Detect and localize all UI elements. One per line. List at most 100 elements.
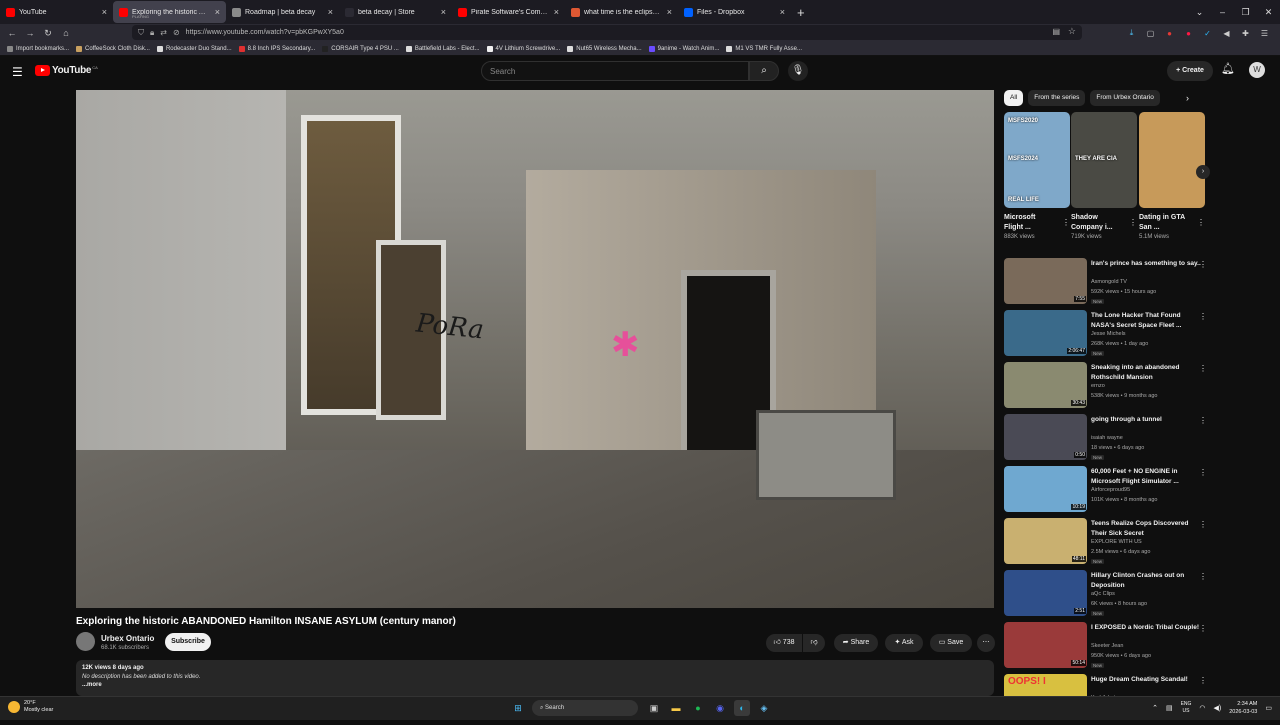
subscribe-button[interactable]: Subscribe bbox=[165, 633, 211, 651]
close-window-button[interactable]: ✕ bbox=[1257, 7, 1280, 18]
save-button[interactable]: ▭ Save bbox=[930, 634, 972, 652]
reader-icon[interactable]: ▤ bbox=[1052, 27, 1060, 36]
network-icon[interactable]: ▤ bbox=[1166, 704, 1173, 712]
tab-close-icon[interactable]: × bbox=[554, 7, 559, 17]
bookmark-item[interactable]: 8.8 Inch IPS Secondary... bbox=[238, 45, 315, 52]
bookmark-item[interactable]: 4V Lithium Screwdrive... bbox=[486, 45, 560, 52]
recommendation-item[interactable]: 0:50 going through a tunnel isaiah wayne 18… bbox=[1004, 413, 1212, 465]
more-options-icon[interactable]: ⋮ bbox=[1199, 364, 1207, 373]
video-thumbnail[interactable]: 0:50 bbox=[1004, 414, 1087, 460]
bookmark-item[interactable]: CORSAIR Type 4 PSU ... bbox=[322, 45, 399, 52]
browser-tab[interactable]: Roadmap | beta decay × bbox=[226, 1, 339, 23]
recommendation-item[interactable]: 30:43 Sneaking into an abandoned Rothschi… bbox=[1004, 361, 1212, 413]
avatar[interactable]: W bbox=[1249, 62, 1265, 78]
spotify-icon[interactable]: ● bbox=[690, 700, 706, 716]
extensions-puzzle-icon[interactable]: ✚ bbox=[1236, 29, 1255, 38]
recommendation-item[interactable]: 2:51 Hillary Clinton Crashes out on Depos… bbox=[1004, 569, 1212, 621]
shelf-thumbnail[interactable]: THEY ARE CIA bbox=[1071, 112, 1137, 208]
channel-name[interactable]: Airforceproud95 bbox=[1091, 487, 1130, 493]
browser-tab[interactable]: YouTube × bbox=[0, 1, 113, 23]
shelf-more-icon[interactable]: ⋮ bbox=[1129, 218, 1137, 227]
more-options-icon[interactable]: ⋮ bbox=[1199, 468, 1207, 477]
tab-close-icon[interactable]: × bbox=[215, 7, 220, 17]
bookmark-star-icon[interactable]: ☆ bbox=[1068, 26, 1076, 37]
video-thumbnail[interactable]: 7:55 bbox=[1004, 258, 1087, 304]
channel-name[interactable]: Urbex Ontario bbox=[101, 634, 154, 643]
channel-name[interactable]: Asmongold TV bbox=[1091, 279, 1127, 285]
browser-tab[interactable]: beta decay | Store × bbox=[339, 1, 452, 23]
shelf-item[interactable]: MSFS2020 MSFS2024 REAL LIFE Microsoft Fligh… bbox=[1004, 112, 1070, 240]
home-icon[interactable]: ⌂ bbox=[57, 28, 75, 38]
shelf-next-button[interactable]: › bbox=[1196, 165, 1210, 179]
channel-name[interactable]: isaiah wayne bbox=[1091, 435, 1123, 441]
video-thumbnail[interactable]: 2:51 bbox=[1004, 570, 1087, 616]
language-indicator[interactable]: ENG US bbox=[1181, 701, 1192, 715]
tab-list-icon[interactable]: ⌄ bbox=[1188, 7, 1211, 18]
recommendation-item[interactable]: 50:14 I EXPOSED a Nordic Tribal Couple! Sk… bbox=[1004, 621, 1212, 673]
url-text[interactable]: https://www.youtube.com/watch?v=pbKGPwXY… bbox=[186, 29, 344, 36]
more-actions-button[interactable]: ⋯ bbox=[977, 634, 995, 652]
video-player[interactable]: PoRa ✱ bbox=[76, 90, 994, 608]
more-options-icon[interactable]: ⋮ bbox=[1199, 676, 1207, 685]
downloads-icon[interactable]: ⤓ bbox=[1122, 28, 1141, 38]
notification-center-icon[interactable]: ▭ bbox=[1265, 704, 1272, 712]
filter-chip[interactable]: From Urbex Ontario bbox=[1090, 90, 1160, 106]
forward-icon[interactable]: → bbox=[21, 28, 39, 38]
channel-avatar[interactable] bbox=[76, 632, 95, 651]
create-button[interactable]: + Create bbox=[1167, 61, 1213, 81]
shelf-more-icon[interactable]: ⋮ bbox=[1062, 218, 1070, 227]
ask-button[interactable]: ✦ Ask bbox=[885, 634, 923, 652]
shelf-item[interactable]: THEY ARE CIA Shadow Company i... 719K view… bbox=[1071, 112, 1137, 240]
discord-icon[interactable]: ◉ bbox=[712, 700, 728, 716]
description-box[interactable]: 12K views 8 days ago No description has … bbox=[76, 660, 994, 696]
file-explorer-icon[interactable]: ▬ bbox=[668, 700, 684, 716]
clock[interactable]: 2:34 AM 2026-03-03 bbox=[1229, 700, 1257, 716]
filter-chip[interactable]: All bbox=[1004, 90, 1024, 106]
browser-tab[interactable]: Files - Dropbox × bbox=[678, 1, 791, 23]
taskbar-search[interactable]: ⌕ Search bbox=[532, 700, 638, 716]
channel-name[interactable]: Jesse Michels bbox=[1091, 331, 1126, 337]
chevron-right-icon[interactable]: › bbox=[1186, 93, 1189, 103]
video-thumbnail[interactable]: 2:06:47 bbox=[1004, 310, 1087, 356]
browser-tab[interactable]: what time is the eclipse at Duci × bbox=[565, 1, 678, 23]
video-thumbnail[interactable]: 48:11 bbox=[1004, 518, 1087, 564]
wifi-icon[interactable]: ◠ bbox=[1199, 704, 1205, 712]
search-button[interactable]: ⌕ bbox=[749, 61, 779, 81]
shelf-item[interactable]: Dating in GTA San ... 5.1M views ⋮ bbox=[1139, 112, 1205, 240]
weather-widget[interactable]: 20°F Mostly clear bbox=[8, 700, 53, 714]
channel-name[interactable]: Skeeter Jean bbox=[1091, 643, 1123, 649]
video-thumbnail[interactable]: 50:14 bbox=[1004, 622, 1087, 668]
speaker-icon[interactable]: ◀ bbox=[1217, 29, 1236, 38]
tab-close-icon[interactable]: × bbox=[328, 7, 333, 17]
youtube-logo[interactable]: YouTube CA bbox=[35, 65, 98, 76]
volume-icon[interactable]: ◀) bbox=[1214, 704, 1222, 712]
extension-yt-icon[interactable]: ● bbox=[1179, 29, 1198, 38]
minimize-button[interactable]: – bbox=[1211, 7, 1234, 17]
edge-browser-icon[interactable]: ◐ bbox=[734, 700, 750, 716]
media-icon[interactable]: ⊘ bbox=[173, 28, 180, 37]
browser-tab[interactable]: Pirate Software's Comeback Ba × bbox=[452, 1, 565, 23]
like-button[interactable]: 👍︎ 738 bbox=[766, 634, 802, 652]
video-thumbnail[interactable]: 10:19 bbox=[1004, 466, 1087, 512]
permissions-icon[interactable]: ⇄ bbox=[160, 28, 167, 37]
bookmark-item[interactable]: CoffeeSock Cloth Disk... bbox=[76, 45, 150, 52]
shelf-thumbnail[interactable] bbox=[1139, 112, 1205, 208]
share-button[interactable]: ➦ Share bbox=[834, 634, 878, 652]
tab-close-icon[interactable]: × bbox=[102, 7, 107, 17]
recommendation-item[interactable]: 10:19 60,000 Feet + NO ENGINE in Microsof… bbox=[1004, 465, 1212, 517]
new-tab-button[interactable]: + bbox=[797, 5, 805, 20]
tab-close-icon[interactable]: × bbox=[780, 7, 785, 17]
steam-icon[interactable]: ◈ bbox=[756, 700, 772, 716]
browser-tab[interactable]: Exploring the historic ABANDONEDPLAYING× bbox=[113, 1, 226, 23]
extension-blue-icon[interactable]: ✓ bbox=[1198, 29, 1217, 38]
bookmark-item[interactable]: Nut65 Wireless Mecha... bbox=[567, 45, 642, 52]
extension-icon[interactable]: ▢ bbox=[1141, 29, 1160, 38]
bookmark-item[interactable]: 9anime - Watch Anim... bbox=[648, 45, 719, 52]
task-view-icon[interactable]: ▣ bbox=[646, 700, 662, 716]
more-options-icon[interactable]: ⋮ bbox=[1199, 520, 1207, 529]
lock-icon[interactable]: 🔒︎ bbox=[150, 28, 154, 38]
video-thumbnail[interactable]: 30:43 bbox=[1004, 362, 1087, 408]
tab-close-icon[interactable]: × bbox=[441, 7, 446, 17]
reload-icon[interactable]: ↻ bbox=[39, 28, 57, 39]
windows-start-icon[interactable]: ⊞ bbox=[510, 700, 526, 716]
